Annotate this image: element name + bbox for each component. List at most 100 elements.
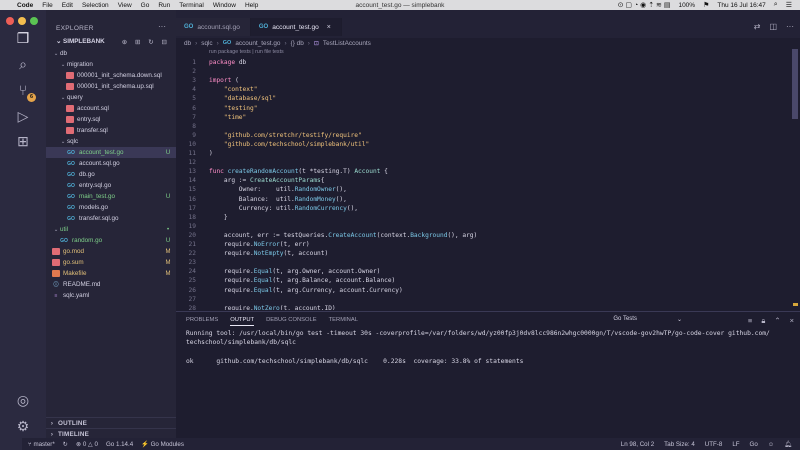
source-control-icon[interactable]: ⑂ 6 (13, 80, 36, 102)
outline-section[interactable]: › OUTLINE (46, 417, 176, 428)
tree-file[interactable]: entry.sql (46, 114, 176, 125)
notifications-icon[interactable]: 🔔︎ (784, 440, 792, 448)
menu-terminal[interactable]: Terminal (179, 2, 204, 9)
tree-file[interactable]: GO account_test.go U (46, 147, 176, 158)
menu-file[interactable]: File (42, 2, 52, 9)
tab-output[interactable]: OUTPUT (230, 317, 255, 326)
tab-problems[interactable]: PROBLEMS (186, 317, 218, 326)
tree-file[interactable]: GO transfer.sql.go (46, 213, 176, 224)
menu-window[interactable]: Window (213, 2, 236, 9)
tab-size[interactable]: Tab Size: 4 (664, 441, 695, 448)
tree-folder[interactable]: ⌄ query (46, 92, 176, 103)
menu-selection[interactable]: Selection (82, 2, 109, 9)
encoding[interactable]: UTF-8 (705, 441, 723, 448)
zoom-window-button[interactable] (30, 17, 38, 25)
go-version[interactable]: Go 1.14.4 (106, 441, 133, 448)
tree-folder[interactable]: ⌄ util • (46, 224, 176, 235)
settings-gear-icon[interactable]: ⚙ (13, 416, 33, 436)
more-actions-icon[interactable]: ··· (158, 22, 166, 31)
go-file-icon: GO (67, 171, 75, 178)
menu-run[interactable]: Run (158, 2, 170, 9)
git-branch[interactable]: ⑂ master* (28, 441, 55, 448)
tree-file[interactable]: GO entry.sql.go (46, 180, 176, 191)
menu-app[interactable]: Code (17, 2, 33, 9)
lock-scroll-icon[interactable]: 🔒︎ (761, 316, 765, 326)
explorer-icon[interactable]: ❐ (13, 28, 33, 48)
tree-file[interactable]: ⓘ README.md (46, 279, 176, 290)
tab-account-test-go[interactable]: GO account_test.go × (250, 18, 342, 36)
menu-help[interactable]: Help (245, 2, 258, 9)
eol[interactable]: LF (732, 441, 739, 448)
go-file-icon: GO (67, 149, 75, 156)
code-editor[interactable]: run package tests | run file tests 1 pack… (176, 48, 800, 310)
tree-file[interactable]: GO main_test.go U (46, 191, 176, 202)
tree-file[interactable]: go.sum M (46, 257, 176, 268)
close-panel-icon[interactable]: × (790, 316, 794, 326)
tree-file[interactable]: Makefile M (46, 268, 176, 279)
explorer-actions[interactable]: ⊕ ⊞ ↻ ⊟ (122, 38, 170, 46)
close-window-button[interactable] (6, 17, 14, 25)
flag-icon[interactable]: ⚑ (703, 1, 709, 9)
menu-view[interactable]: View (118, 2, 132, 9)
search-icon[interactable]: ⌕ (13, 54, 33, 74)
breadcrumb-db[interactable]: db (184, 40, 191, 47)
tree-file[interactable]: account.sql (46, 103, 176, 114)
tree-file[interactable]: GO db.go (46, 169, 176, 180)
remote-indicator[interactable] (0, 438, 22, 450)
language-mode[interactable]: Go (750, 441, 758, 448)
breadcrumb-file[interactable]: account_test.go (235, 40, 280, 47)
search-icon[interactable]: ⌕ (774, 1, 778, 9)
tree-file[interactable]: GO account.sql.go (46, 158, 176, 169)
control-center-icon[interactable]: ☰ (786, 1, 792, 9)
line-number: 12 (188, 159, 196, 167)
tab-terminal[interactable]: TERMINAL (329, 317, 358, 326)
status-icons[interactable]: ⊙ ▢ ◔ ◉ ⇡ ≋ ▤ (618, 1, 671, 9)
problems-indicator[interactable]: ⊗ 0 △ 0 (76, 441, 98, 448)
menu-edit[interactable]: Edit (62, 2, 73, 9)
go-modules-indicator[interactable]: ⚡ Go Modules (141, 440, 184, 448)
go-file-icon: GO (67, 215, 75, 222)
output-channel-select[interactable]: Go Tests ⌄ (613, 316, 682, 323)
account-icon[interactable]: ◎ (13, 390, 33, 410)
breadcrumb-package[interactable]: {} db (291, 40, 304, 47)
breadcrumb-sqlc[interactable]: sqlc (201, 40, 212, 47)
more-actions-icon[interactable]: ··· (786, 22, 794, 31)
chevron-down-icon: ⌄ (60, 61, 66, 68)
menu-go[interactable]: Go (141, 2, 150, 9)
tree-folder[interactable]: ⌄ migration (46, 59, 176, 70)
split-editor-icon[interactable]: ◫ (769, 22, 777, 31)
tree-file[interactable]: 000001_init_schema.up.sql (46, 81, 176, 92)
run-debug-icon[interactable]: ▷ (13, 106, 33, 126)
tree-file[interactable]: GO random.go U (46, 235, 176, 246)
maximize-panel-icon[interactable]: ⌃ (774, 316, 780, 326)
tree-file[interactable]: go.mod M (46, 246, 176, 257)
codelens-run-tests[interactable]: run package tests | run file tests (209, 49, 284, 55)
cursor-position[interactable]: Ln 98, Col 2 (621, 441, 654, 448)
clear-output-icon[interactable]: ≡ (748, 316, 752, 326)
open-changes-icon[interactable]: ⇄ (754, 22, 761, 31)
tab-debug-console[interactable]: DEBUG CONSOLE (266, 317, 317, 326)
warning-count: 0 (94, 440, 98, 448)
minimize-window-button[interactable] (18, 17, 26, 25)
code-text: require.NotEmpty(t, account) (209, 250, 329, 258)
sync-icon[interactable]: ↻ (63, 441, 68, 448)
close-tab-icon[interactable]: × (327, 24, 331, 31)
tree-file[interactable]: GO models.go (46, 202, 176, 213)
tree-folder[interactable]: ⌄ db (46, 48, 176, 59)
tree-file[interactable]: 000001_init_schema.down.sql (46, 70, 176, 81)
tree-item-label: db (60, 50, 68, 57)
extensions-icon[interactable]: ⊞ (13, 131, 33, 151)
tree-item-label: random.go (72, 237, 103, 244)
line-number: 3 (192, 77, 196, 85)
battery-percent[interactable]: 100% (678, 2, 695, 9)
editor-scrollbar[interactable] (792, 49, 798, 119)
line-number: 25 (188, 277, 196, 285)
tree-file[interactable]: transfer.sql (46, 125, 176, 136)
mod-file-icon (52, 248, 60, 255)
tree-folder[interactable]: ⌄ sqlc (46, 136, 176, 147)
menubar-clock[interactable]: Thu 16 Jul 16:47 (717, 2, 765, 9)
breadcrumb-function[interactable]: TestListAccounts (323, 40, 371, 47)
feedback-icon[interactable]: ☺ (768, 441, 774, 448)
tree-file[interactable]: ≡ sqlc.yaml (46, 290, 176, 301)
tab-account-sql-go[interactable]: GO account.sql.go (176, 18, 251, 36)
